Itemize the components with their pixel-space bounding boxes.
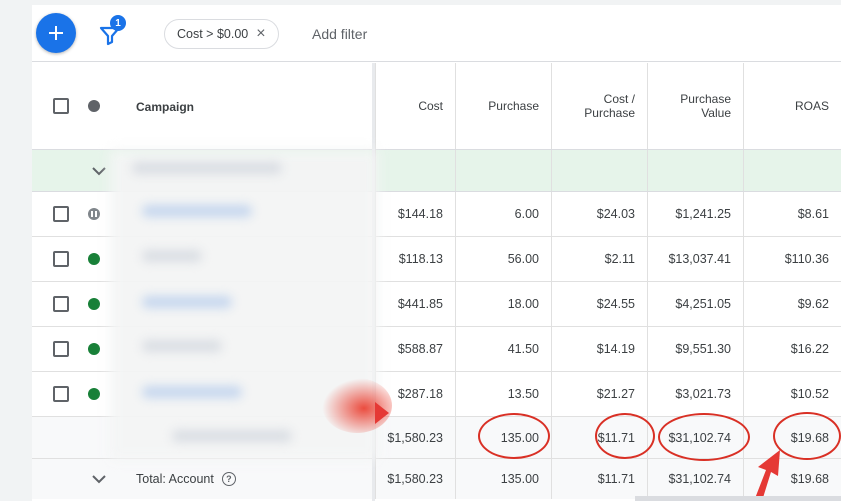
filter-count-badge: 1 — [110, 15, 126, 31]
cell-purchase: 56.00 — [455, 237, 551, 281]
enabled-status-icon[interactable] — [88, 298, 100, 310]
column-header-roas[interactable]: ROAS — [743, 63, 841, 149]
cell-purchase: 41.50 — [455, 327, 551, 371]
total-purchase-value: $31,102.74 — [647, 459, 743, 499]
column-header-purchase[interactable]: Purchase — [455, 63, 551, 149]
cell-purchase-value: $9,551.30 — [647, 327, 743, 371]
table-header: Campaign Cost Purchase Cost / Purchase Pu… — [32, 63, 841, 150]
cell-cost: $118.13 — [375, 237, 455, 281]
page: 1 Cost > $0.00 × Add filter Campaign Cos… — [32, 0, 841, 501]
filter-chip-cost[interactable]: Cost > $0.00 × — [164, 19, 279, 49]
row-checkbox[interactable] — [53, 341, 69, 357]
enabled-status-icon[interactable] — [88, 343, 100, 355]
add-filter-button[interactable]: Add filter — [312, 26, 367, 42]
plus-icon — [49, 26, 63, 40]
annotation-circle-purchase-value — [658, 413, 750, 461]
toolbar: 1 Cost > $0.00 × Add filter — [32, 5, 841, 62]
cell-purchase-value: $1,241.25 — [647, 192, 743, 236]
column-header-campaign[interactable]: Campaign — [136, 100, 194, 114]
row-checkbox[interactable] — [53, 206, 69, 222]
cell-purchase: 6.00 — [455, 192, 551, 236]
add-button[interactable] — [36, 13, 76, 53]
cell-purchase-value: $4,251.05 — [647, 282, 743, 326]
cell-cost-per-purchase: $21.27 — [551, 372, 647, 416]
redacted-name — [172, 430, 292, 442]
close-icon[interactable]: × — [256, 26, 265, 42]
redacted-name — [142, 386, 242, 398]
redacted-name — [142, 250, 202, 262]
total-cost-per-purchase: $11.71 — [551, 459, 647, 499]
column-header-purchase-value[interactable]: Purchase Value — [647, 63, 743, 149]
status-column-icon — [88, 100, 100, 112]
cell-cost-per-purchase: $2.11 — [551, 237, 647, 281]
redacted-name — [132, 162, 282, 174]
chevron-down-icon[interactable] — [90, 470, 108, 488]
annotation-circle-purchase — [478, 413, 550, 459]
total-account-row: Total: Account ? $1,580.23 135.00 $11.71… — [32, 459, 841, 499]
cell-cost-per-purchase: $24.55 — [551, 282, 647, 326]
row-checkbox[interactable] — [53, 386, 69, 402]
redacted-name — [142, 296, 232, 308]
cell-cost-per-purchase: $14.19 — [551, 327, 647, 371]
annotation-arrow-up — [754, 450, 780, 501]
cell-purchase-value: $13,037.41 — [647, 237, 743, 281]
total-account-text: Total: Account — [136, 472, 214, 486]
cell-cost: $144.18 — [375, 192, 455, 236]
cell-cost-per-purchase: $24.03 — [551, 192, 647, 236]
annotation-circle-cost-per-purchase — [595, 413, 655, 459]
cell-roas: $16.22 — [743, 327, 841, 371]
cell-roas: $9.62 — [743, 282, 841, 326]
column-header-cost-per-purchase[interactable]: Cost / Purchase — [551, 63, 647, 149]
redacted-name — [142, 340, 222, 352]
cell-roas: $8.61 — [743, 192, 841, 236]
annotation-arrow — [375, 402, 389, 424]
cell-purchase: 13.50 — [455, 372, 551, 416]
column-header-cost[interactable]: Cost — [375, 63, 455, 149]
chevron-down-icon[interactable] — [90, 162, 108, 180]
cell-roas: $110.36 — [743, 237, 841, 281]
select-all-checkbox[interactable] — [53, 98, 69, 114]
cell-purchase-value: $3,021.73 — [647, 372, 743, 416]
total-cost: $1,580.23 — [375, 459, 455, 499]
total-purchase: 135.00 — [455, 459, 551, 499]
cell-cost: $588.87 — [375, 327, 455, 371]
total-label: Total: Account ? — [136, 459, 236, 499]
filter-chip-label: Cost > $0.00 — [177, 27, 249, 41]
row-checkbox[interactable] — [53, 251, 69, 267]
enabled-status-icon[interactable] — [88, 253, 100, 265]
row-checkbox[interactable] — [53, 296, 69, 312]
horizontal-scrollbar[interactable] — [635, 496, 841, 501]
enabled-status-icon[interactable] — [88, 388, 100, 400]
help-icon[interactable]: ? — [221, 472, 236, 486]
redacted-name — [142, 205, 252, 217]
cell-purchase: 18.00 — [455, 282, 551, 326]
cell-cost: $441.85 — [375, 282, 455, 326]
cell-roas: $10.52 — [743, 372, 841, 416]
paused-status-icon[interactable] — [88, 208, 100, 220]
